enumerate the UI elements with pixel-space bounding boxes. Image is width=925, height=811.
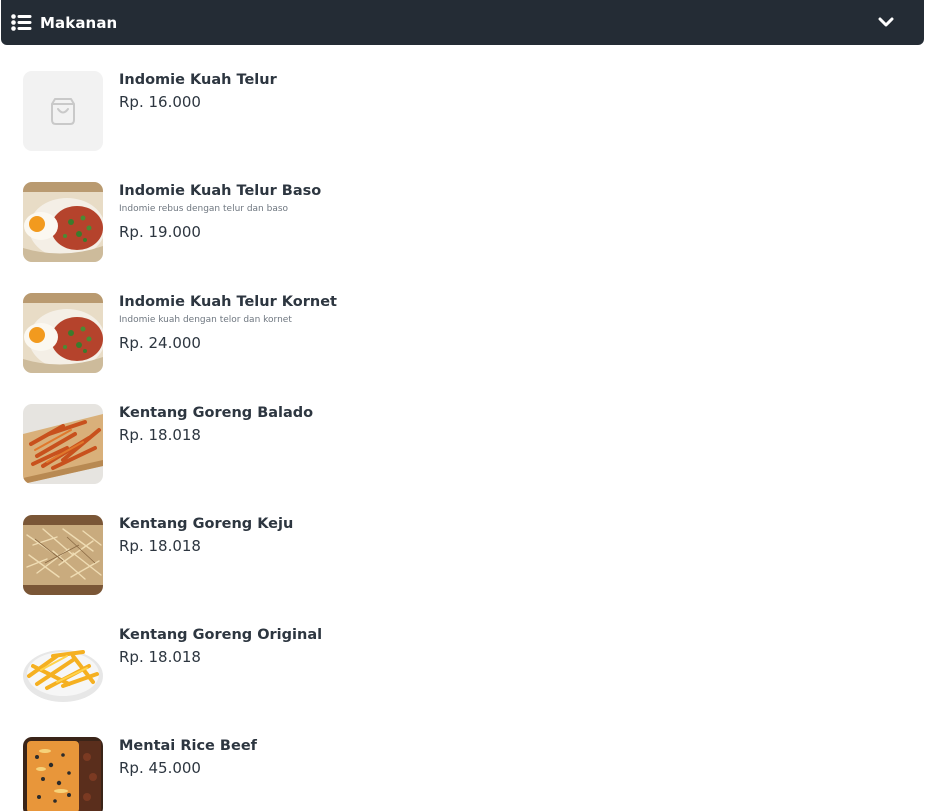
item-price: Rp. 24.000 [119, 334, 201, 352]
item-image [23, 404, 103, 484]
shopping-bag-icon [49, 96, 77, 126]
item-name: Indomie Kuah Telur Baso [119, 183, 322, 199]
item-price: Rp. 18.018 [119, 537, 201, 555]
mentai-rice-photo [23, 737, 103, 811]
chevron-down-icon[interactable] [878, 15, 894, 29]
item-name: Kentang Goreng Balado [119, 405, 314, 421]
menu-item[interactable]: Kentang Goreng Keju Rp. 18.018 [23, 515, 903, 595]
menu-item[interactable]: Mentai Rice Beef Rp. 45.000 [23, 737, 903, 811]
item-price: Rp. 16.000 [119, 93, 201, 111]
menu-item[interactable]: Kentang Goreng Balado Rp. 18.018 [23, 404, 903, 484]
item-description: Indomie rebus dengan telur dan baso [119, 204, 289, 214]
original-fries-photo [23, 626, 103, 706]
menu-item[interactable]: Indomie Kuah Telur Rp. 16.000 [23, 71, 903, 151]
item-price: Rp. 45.000 [119, 759, 201, 777]
item-image [23, 515, 103, 595]
item-name: Mentai Rice Beef [119, 738, 257, 754]
item-price: Rp. 18.018 [119, 648, 201, 666]
item-name: Kentang Goreng Keju [119, 516, 294, 532]
item-price: Rp. 19.000 [119, 223, 201, 241]
item-image [23, 626, 103, 706]
menu-item[interactable]: Indomie Kuah Telur Baso Indomie rebus de… [23, 182, 903, 262]
item-image [23, 293, 103, 373]
balado-fries-photo [23, 404, 103, 484]
item-image [23, 737, 103, 811]
category-title: Makanan [40, 13, 118, 32]
fried-egg-noodle-photo [23, 182, 103, 262]
item-image-placeholder [23, 71, 103, 151]
menu-item[interactable]: Kentang Goreng Original Rp. 18.018 [23, 626, 903, 706]
item-name: Indomie Kuah Telur [119, 72, 277, 88]
item-name: Indomie Kuah Telur Kornet [119, 294, 337, 310]
item-price: Rp. 18.018 [119, 426, 201, 444]
menu-list: Indomie Kuah Telur Rp. 16.000 Indomie Ku… [0, 45, 925, 811]
item-name: Kentang Goreng Original [119, 627, 323, 643]
item-image [23, 182, 103, 262]
list-icon [11, 14, 32, 31]
category-header-makanan[interactable]: Makanan [1, 0, 924, 45]
menu-item[interactable]: Indomie Kuah Telur Kornet Indomie kuah d… [23, 293, 903, 373]
item-description: Indomie kuah dengan telor dan kornet [119, 315, 292, 325]
fried-egg-noodle-photo [23, 293, 103, 373]
cheese-fries-photo [23, 515, 103, 595]
